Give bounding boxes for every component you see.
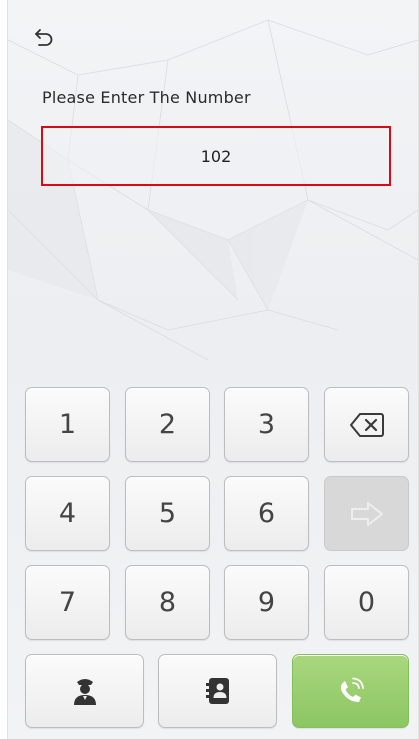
entered-number: 102	[200, 146, 232, 166]
backspace-button[interactable]	[324, 387, 409, 462]
key-4[interactable]: 4	[25, 476, 110, 551]
back-arrow-icon	[35, 29, 53, 46]
background-polygon-pattern	[8, 19, 418, 361]
call-button[interactable]	[292, 654, 409, 728]
contacts-book-icon	[205, 678, 229, 704]
key-7[interactable]: 7	[25, 565, 110, 640]
key-2[interactable]: 2	[125, 387, 210, 462]
security-guard-icon	[73, 679, 96, 705]
key-8[interactable]: 8	[125, 565, 210, 640]
call-guard-button[interactable]	[25, 654, 144, 728]
arrow-right-icon	[350, 501, 383, 526]
phone-call-icon	[340, 677, 364, 702]
key-1[interactable]: 1	[25, 387, 110, 462]
key-6[interactable]: 6	[224, 476, 309, 551]
key-5[interactable]: 5	[125, 476, 210, 551]
number-entry-field[interactable]: 102	[41, 126, 391, 186]
prompt-label: Please Enter The Number	[42, 88, 251, 107]
contacts-button[interactable]	[158, 654, 277, 728]
enter-button[interactable]	[324, 476, 409, 551]
backspace-icon	[349, 412, 384, 437]
key-9[interactable]: 9	[224, 565, 309, 640]
back-button[interactable]	[30, 24, 58, 50]
intercom-dial-screen: Please Enter The Number 102 1 2 3 4 5 6 …	[7, 0, 419, 739]
key-3[interactable]: 3	[224, 387, 309, 462]
key-0[interactable]: 0	[324, 565, 409, 640]
